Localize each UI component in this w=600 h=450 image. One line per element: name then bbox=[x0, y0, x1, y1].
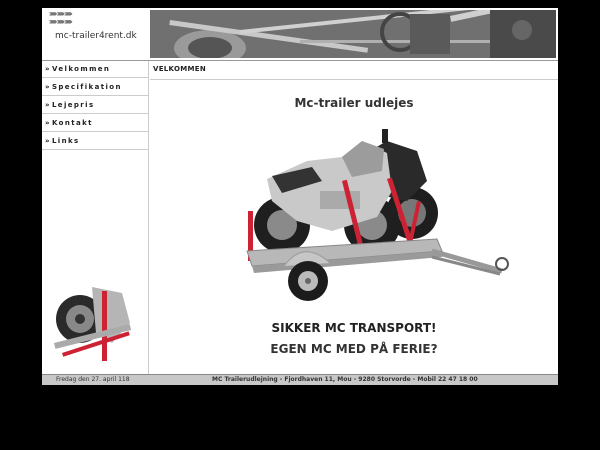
page-title: Mc-trailer udlejes bbox=[294, 96, 414, 110]
page-container: mc-trailer4rent.dk »Velkommen »Specifika… bbox=[42, 8, 558, 385]
sidebar-item-specifikation[interactable]: »Specifikation bbox=[42, 79, 148, 96]
sidebar-item-label: Specifikation bbox=[51, 83, 122, 91]
sidebar-item-kontakt[interactable]: »Kontakt bbox=[42, 115, 148, 132]
motorcycle-trailer-photo bbox=[212, 121, 512, 321]
bullet-arrow-icon: » bbox=[45, 119, 51, 127]
sidebar-item-links[interactable]: »Links bbox=[42, 133, 148, 150]
bullet-arrow-icon: » bbox=[45, 65, 51, 73]
sidebar-item-label: Lejepris bbox=[51, 101, 95, 109]
logo[interactable]: mc-trailer4rent.dk bbox=[48, 12, 140, 56]
bullet-arrow-icon: » bbox=[45, 83, 51, 91]
logo-text: mc-trailer4rent.dk bbox=[55, 31, 137, 41]
sidebar-nav: »Velkommen »Specifikation »Lejepris »Kon… bbox=[42, 61, 149, 374]
bullet-arrow-icon: » bbox=[45, 137, 51, 145]
breadcrumb: VELKOMMEN bbox=[153, 65, 206, 73]
chevron-logo-icon bbox=[49, 12, 73, 24]
sidebar-item-label: Velkommen bbox=[51, 65, 111, 73]
sidebar-item-velkommen[interactable]: »Velkommen bbox=[42, 61, 148, 78]
sidebar-trailer-photo bbox=[52, 283, 134, 363]
tagline-secondary: EGEN MC MED PÅ FERIE? bbox=[270, 342, 438, 356]
bullet-arrow-icon: » bbox=[45, 101, 51, 109]
sidebar-item-label: Kontakt bbox=[51, 119, 93, 127]
footer-address: MC Trailerudlejning - Fjordhaven 11, Mou… bbox=[212, 376, 478, 383]
sidebar-item-label: Links bbox=[51, 137, 80, 145]
header: mc-trailer4rent.dk bbox=[42, 8, 558, 61]
footer-bar: Fredag den 27. april 118 MC Trailerudlej… bbox=[42, 374, 558, 385]
breadcrumb-bar: VELKOMMEN bbox=[150, 61, 558, 80]
footer-date: Fredag den 27. april 118 bbox=[56, 376, 130, 383]
header-banner-image bbox=[150, 10, 556, 58]
sidebar-item-lejepris[interactable]: »Lejepris bbox=[42, 97, 148, 114]
tagline-primary: SIKKER MC TRANSPORT! bbox=[271, 321, 437, 335]
